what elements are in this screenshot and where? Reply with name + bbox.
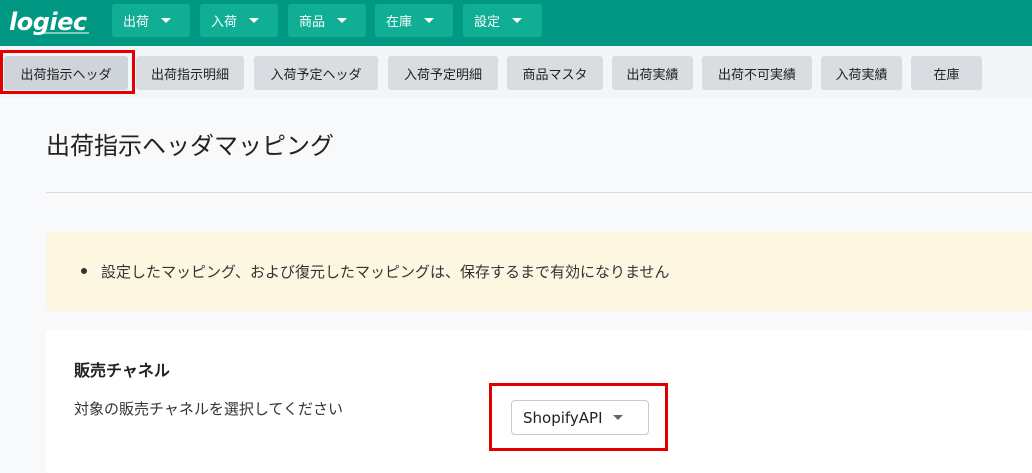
highlight-box-select [489,383,668,451]
chevron-down-icon [337,18,348,23]
nav-menu-settings[interactable]: 設定 [463,4,542,37]
tab-shipping-results[interactable]: 出荷実績 [612,56,693,90]
alert-message: 設定したマッピング、および復元したマッピングは、保存するまで有効になりません [101,263,670,281]
page-title: 出荷指示ヘッダマッピング [46,132,334,160]
section-title: 販売チャネル [74,361,170,380]
tab-label: 出荷不可実績 [717,67,796,83]
logo[interactable]: logiec [9,8,99,36]
tab-receiving-results[interactable]: 入荷実績 [821,56,902,90]
tab-shipping-order-detail[interactable]: 出荷指示明細 [136,56,244,90]
nav-menu-label: 在庫 [386,15,413,30]
nav-menu-label: 商品 [299,15,326,30]
tab-label: 出荷実績 [626,67,679,83]
tab-label: 商品マスタ [522,67,588,83]
tab-receiving-plan-detail[interactable]: 入荷予定明細 [388,56,498,90]
nav-menu-inventory[interactable]: 在庫 [375,4,453,37]
chevron-down-icon [249,18,260,23]
tab-product-master[interactable]: 商品マスタ [507,56,603,90]
mapping-tab-bar: 出荷指示ヘッダ 出荷指示明細 入荷予定ヘッダ 入荷予定明細 商品マスタ 出荷実績… [0,46,1032,98]
nav-menu-products[interactable]: 商品 [288,4,366,37]
highlight-box-active-tab [0,50,135,94]
warning-alert: 設定したマッピング、および復元したマッピングは、保存するまで有効になりません [46,232,1032,311]
nav-menu-shipping[interactable]: 出荷 [112,4,190,37]
title-divider [46,192,1032,193]
nav-menu-label: 入荷 [211,15,238,30]
nav-menu-receiving[interactable]: 入荷 [200,4,278,37]
tab-label: 出荷指示明細 [150,67,229,83]
tab-label: 入荷実績 [835,67,888,83]
tab-unshippable-results[interactable]: 出荷不可実績 [702,56,812,90]
tab-receiving-plan-header[interactable]: 入荷予定ヘッダ [254,56,378,90]
tab-label: 入荷予定明細 [403,67,482,83]
chevron-down-icon [424,18,435,23]
tab-label: 入荷予定ヘッダ [270,67,362,83]
chevron-down-icon [161,18,172,23]
tab-inventory[interactable]: 在庫 [911,56,982,90]
top-navbar: logiec 出荷 入荷 商品 在庫 設定 [0,0,1032,46]
chevron-down-icon [512,18,523,23]
logo-underline [39,32,89,34]
tab-label: 在庫 [933,67,960,83]
bullet-icon [81,268,87,274]
section-description: 対象の販売チャネルを選択してください [74,400,343,418]
nav-menu-label: 設定 [474,15,501,30]
nav-menu-label: 出荷 [123,15,150,30]
